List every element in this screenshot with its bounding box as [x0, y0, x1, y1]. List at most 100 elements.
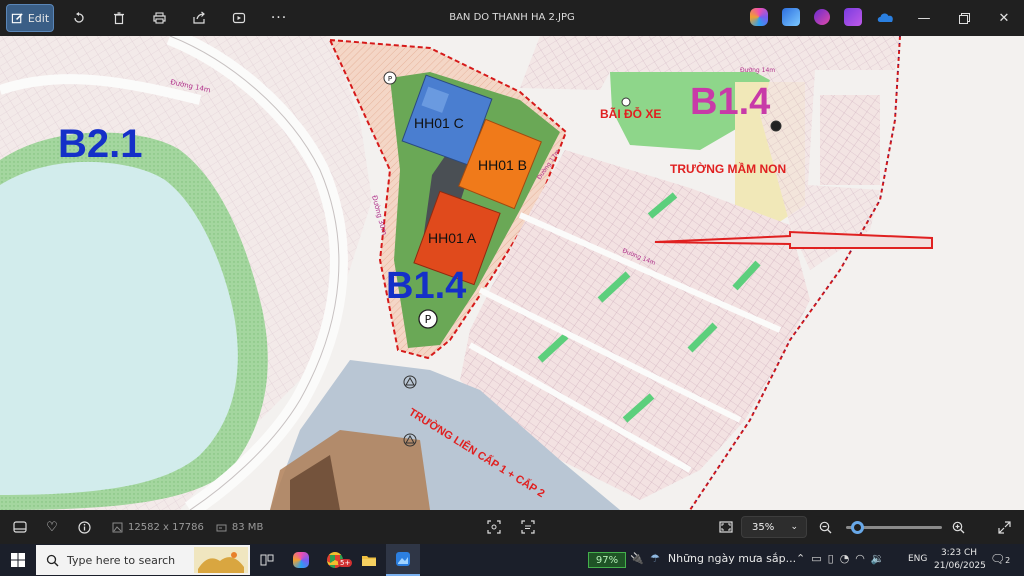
zoom-level-dropdown[interactable]: 35% ⌄ — [741, 516, 807, 538]
wifi-icon[interactable]: ◠ — [855, 552, 865, 565]
zoom-slider[interactable] — [846, 521, 942, 534]
notification-badge: 5+ — [338, 559, 353, 567]
video-editor-icon[interactable] — [844, 8, 862, 26]
meet-now-icon[interactable]: ▭ — [811, 552, 821, 565]
weather-rain-icon: ☂ — [650, 552, 660, 565]
search-icon — [46, 554, 59, 566]
edit-icon — [11, 12, 23, 23]
more-icon: ··· — [270, 10, 288, 26]
print-icon — [152, 12, 166, 24]
zoom-out-icon — [819, 521, 831, 533]
filmstrip-icon — [13, 521, 27, 533]
search-highlight-icon — [194, 547, 248, 573]
zone-label-b14-center: B1.4 — [386, 265, 466, 307]
slideshow-button[interactable] — [224, 4, 254, 32]
info-icon — [77, 520, 91, 534]
image-viewport[interactable]: P P Đường 14m Đường 30m Đường 14m Đường … — [0, 36, 1024, 510]
delete-icon — [114, 12, 124, 25]
minimize-button[interactable]: — — [904, 0, 944, 36]
text-scan-icon — [521, 520, 535, 534]
windows-logo-icon — [11, 553, 25, 567]
label-hh01c: HH01 C — [414, 115, 464, 131]
battery-tray-icon[interactable]: ▯ — [828, 552, 834, 565]
svg-text:P: P — [425, 313, 432, 326]
restore-button[interactable] — [944, 0, 984, 36]
weather-widget[interactable]: ☂ Những ngày mưa sắp... — [650, 552, 796, 565]
crop-select-button[interactable] — [478, 510, 510, 544]
show-hidden-icons-icon[interactable]: ⌃ — [796, 552, 805, 565]
print-button[interactable] — [144, 4, 174, 32]
chevron-down-icon: ⌄ — [790, 522, 798, 532]
photos-editor-icon[interactable] — [782, 8, 800, 26]
more-options-button[interactable]: ··· — [264, 4, 294, 32]
clock-date: 21/06/2025 — [934, 561, 986, 571]
windows-taskbar: Type here to search 5+ 97% 🔌 ☂ Những ngà… — [0, 544, 1024, 576]
start-button[interactable] — [0, 544, 36, 576]
volume-icon[interactable]: 🔉 — [871, 552, 885, 565]
onedrive-icon[interactable] — [876, 8, 894, 26]
fullscreen-icon — [997, 520, 1011, 534]
dimensions-text: 12582 x 17786 — [128, 521, 204, 533]
edit-button[interactable]: Edit — [6, 4, 54, 32]
clipchamp-icon[interactable] — [814, 9, 830, 25]
notification-count: 2 — [1005, 556, 1011, 565]
select-region-icon — [487, 520, 501, 534]
rotate-button[interactable] — [64, 4, 94, 32]
charging-icon: 🔌 — [630, 552, 644, 565]
battery-indicator[interactable]: 97% — [588, 552, 626, 568]
image-dimensions: 12582 x 17786 — [112, 522, 204, 533]
system-tray: ⌃ ▭ ▯ ◔ ◠ 🔉 — [796, 552, 885, 565]
app-shortcuts — [750, 8, 894, 26]
restore-icon — [958, 12, 970, 24]
svg-text:P: P — [388, 75, 392, 83]
label-hh01b: HH01 B — [478, 157, 527, 173]
info-button[interactable] — [68, 510, 100, 544]
share-icon — [193, 11, 205, 24]
slideshow-icon — [232, 12, 246, 24]
site-plan-map: P P Đường 14m Đường 30m Đường 14m Đường … — [0, 36, 1024, 510]
zoom-slider-thumb[interactable] — [850, 521, 864, 534]
language-indicator[interactable]: ENG — [908, 554, 927, 564]
zoom-out-button[interactable] — [809, 510, 841, 544]
notification-center-button[interactable]: 🗨 2 — [990, 552, 1010, 566]
zoom-level-text: 35% — [752, 521, 775, 533]
close-button[interactable]: ✕ — [984, 0, 1024, 36]
zoom-in-icon — [952, 521, 964, 533]
chrome-taskbar-button[interactable]: 5+ — [318, 544, 353, 576]
network-icon[interactable]: ◔ — [840, 552, 850, 565]
zone-label-b14-north: B1.4 — [690, 81, 770, 123]
file-size: 83 MB — [216, 522, 263, 533]
fullscreen-button[interactable] — [988, 510, 1020, 544]
favorite-button[interactable]: ♡ — [36, 510, 68, 544]
zoom-in-button[interactable] — [942, 510, 974, 544]
label-parking: BÃI ĐỖ XE — [600, 106, 661, 121]
task-view-button[interactable] — [250, 544, 284, 576]
delete-button[interactable] — [104, 4, 134, 32]
filmstrip-button[interactable] — [4, 510, 36, 544]
clock-time: 3:23 CH — [940, 548, 978, 558]
zoom-fit-button[interactable] — [710, 510, 742, 544]
copilot-icon[interactable] — [750, 8, 768, 26]
top-toolbar: Edit ··· BAN DO THANH HA 2.JPG — ✕ — [0, 0, 1024, 36]
share-button[interactable] — [184, 4, 214, 32]
taskbar-search-box[interactable]: Type here to search — [36, 545, 250, 575]
text-select-button[interactable] — [512, 510, 544, 544]
clock[interactable]: 3:23 CH 21/06/2025 — [934, 547, 986, 573]
photos-icon — [396, 552, 410, 566]
window-controls: — ✕ — [904, 0, 1024, 36]
edit-label: Edit — [27, 11, 50, 25]
folder-icon — [362, 556, 376, 566]
status-bar: ♡ 12582 x 17786 83 MB 35% ⌄ — [0, 510, 1024, 544]
file-explorer-button[interactable] — [352, 544, 386, 576]
label-kindergarten: TRƯỜNG MẦM NON — [670, 161, 786, 176]
parking-symbol-north: P — [383, 71, 397, 85]
favorite-icon: ♡ — [46, 519, 58, 535]
image-size-icon — [112, 522, 123, 532]
zone-label-b21: B2.1 — [58, 122, 143, 166]
photos-taskbar-button[interactable] — [386, 544, 420, 576]
weather-text: Những ngày mưa sắp... — [667, 552, 797, 565]
search-placeholder: Type here to search — [67, 553, 176, 567]
label-hh01a: HH01 A — [428, 230, 477, 246]
copilot-taskbar-button[interactable] — [284, 544, 318, 576]
zoom-fit-icon — [719, 521, 733, 533]
